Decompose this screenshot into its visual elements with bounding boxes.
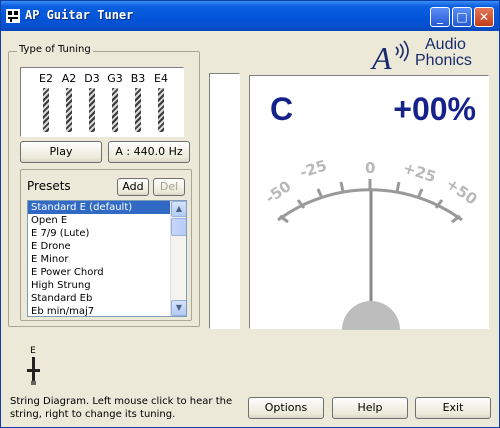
maximize-button[interactable]: □ [452,7,472,27]
logo-line-1: Audio [425,36,466,53]
a-frequency-label: A : 440.0 Hz [115,145,183,158]
preset-item[interactable]: Open E [28,214,186,227]
tuning-fork-icon: E [22,343,44,387]
string-label-3: D3 [84,72,100,85]
minimize-button[interactable]: _ [430,7,450,27]
string-5[interactable] [135,88,141,132]
help-button-label: Help [357,401,383,414]
app-window: AP Guitar Tuner _ □ ✕ Type of Tuning E2 … [0,0,500,428]
preset-item[interactable]: Standard E (default) [28,201,186,214]
preset-item[interactable]: E Power Chord [28,266,186,279]
add-preset-button[interactable]: Add [117,178,149,196]
play-button[interactable]: Play [20,141,102,163]
scroll-down-button[interactable]: ▼ [171,300,186,316]
needle-hub [342,301,400,330]
string-6[interactable] [158,88,164,132]
audio-phonics-logo: A Audio Phonics [370,37,490,77]
logo-icon: A [370,40,409,75]
preset-item[interactable]: E Minor [28,253,186,266]
tuning-group-label: Type of Tuning [17,44,93,55]
add-preset-label: Add [122,180,144,193]
window-title: AP Guitar Tuner [25,8,134,22]
presets-scrollbar[interactable]: ▲ ▼ [170,201,186,316]
logo-text: Audio Phonics [415,37,472,69]
string-label-6: E4 [154,72,168,85]
maximize-icon: □ [456,10,468,24]
string-label-1: E2 [39,72,53,85]
preset-item[interactable]: E 7/9 (Lute) [28,227,186,240]
preset-item[interactable]: E Drone [28,240,186,253]
presets-list[interactable]: Standard E (default) Open E E 7/9 (Lute)… [27,200,187,317]
tuner-meter: C +00% -50 -25 0 +25 +50 [249,75,489,330]
scale-label-plus-50: +50 [443,175,481,209]
delete-preset-label: Del [159,180,179,193]
play-button-label: Play [49,145,73,158]
string-label-2: A2 [61,72,77,85]
string-label-4: G3 [107,72,123,85]
preset-item[interactable]: Standard Eb [28,292,186,305]
mini-diagram-label: E [30,346,36,356]
string-label-5: B3 [130,72,146,85]
string-1[interactable] [43,88,49,132]
delete-preset-button[interactable]: Del [153,178,185,196]
string-3[interactable] [89,88,95,132]
close-icon: ✕ [478,10,490,24]
options-button-label: Options [264,401,308,414]
preset-item[interactable]: Eb min/maj7 [28,305,186,316]
svg-text:A: A [370,40,392,75]
string-diagram[interactable]: E2 A2 D3 G3 B3 E4 [20,67,184,137]
client-area: Type of Tuning E2 A2 D3 G3 B3 E4 Play A … [4,31,497,426]
title-bar[interactable]: AP Guitar Tuner _ □ ✕ [1,1,499,31]
close-button[interactable]: ✕ [474,7,494,27]
chevron-down-icon: ▼ [175,303,183,312]
scroll-up-button[interactable]: ▲ [171,201,186,217]
scale-label-minus-50: -50 [262,177,295,207]
logo-line-2: Phonics [415,52,472,69]
scale-label-minus-25: -25 [298,156,329,181]
exit-button-label: Exit [442,401,464,414]
a-frequency-button[interactable]: A : 440.0 Hz [108,141,190,163]
options-button[interactable]: Options [248,397,324,419]
chevron-up-icon: ▲ [175,204,183,213]
presets-panel: Presets Add Del Standard E (default) Ope… [20,169,192,321]
help-button[interactable]: Help [332,397,408,419]
string-2[interactable] [66,88,72,132]
minimize-icon: _ [437,10,443,24]
tuner-dial: -50 -25 0 +25 +50 [262,156,481,330]
signal-level-meter [209,73,240,329]
app-icon [6,9,20,23]
status-text: String Diagram. Left mouse click to hear… [10,396,233,420]
exit-button[interactable]: Exit [415,397,491,419]
scroll-thumb[interactable] [171,218,186,236]
mini-string-diagram[interactable]: E [22,343,44,387]
scale-label-zero: 0 [365,159,375,177]
scale-label-plus-25: +25 [401,159,438,186]
string-4[interactable] [112,88,118,132]
preset-item[interactable]: High Strung [28,279,186,292]
presets-title: Presets [27,179,71,193]
